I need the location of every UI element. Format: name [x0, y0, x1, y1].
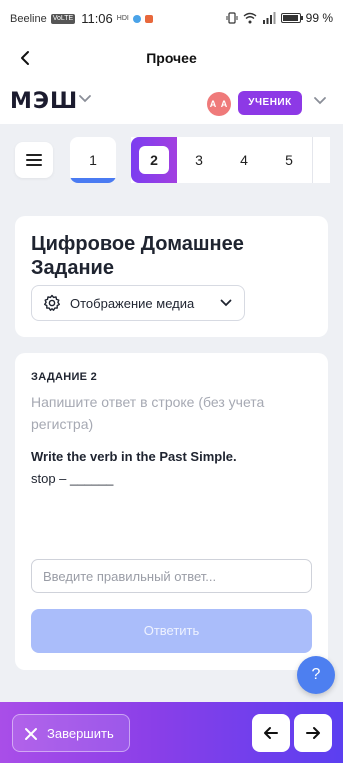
signal-icon [262, 12, 276, 24]
homework-card: Цифровое Домашнее Задание Отображение ме… [15, 216, 328, 337]
gear-icon [44, 294, 60, 311]
notification-dot-icon [132, 14, 141, 23]
status-bar: Beeline VoLTE 11:06 HDI 99 % [0, 0, 343, 36]
profile-chevron-down-icon[interactable] [313, 96, 327, 106]
title-bar: Прочее [0, 36, 343, 80]
task-tab-group: 2 3 4 5 [131, 137, 330, 183]
task-label: ЗАДАНИЕ 2 [31, 371, 98, 383]
task-tab-1[interactable]: 1 [70, 137, 116, 183]
task-question: Write the verb in the Past Simple. [31, 449, 237, 464]
task-tab-3[interactable]: 3 [179, 137, 219, 183]
role-badge[interactable]: УЧЕНИК [238, 91, 302, 115]
finish-label: Завершить [47, 726, 114, 741]
hamburger-icon [26, 154, 42, 156]
task-tab-label: 1 [89, 152, 97, 168]
vibrate-icon [226, 12, 238, 24]
avatar[interactable]: А А [207, 92, 231, 116]
wifi-icon [243, 12, 257, 24]
task-tab-5[interactable]: 5 [269, 137, 309, 183]
task-list-menu-button[interactable] [15, 142, 53, 178]
close-icon [25, 728, 37, 740]
battery-percent: 99 % [305, 11, 333, 25]
bottom-bar: Завершить [0, 702, 343, 763]
media-display-label: Отображение медиа [70, 296, 195, 311]
media-display-button[interactable]: Отображение медиа [31, 285, 245, 321]
next-task-button[interactable] [294, 714, 332, 752]
carrier-name: Beeline [10, 12, 47, 25]
homework-title: Цифровое Домашнее Задание [31, 233, 244, 279]
battery-icon [280, 13, 303, 23]
finish-button[interactable]: Завершить [12, 714, 130, 752]
answer-input[interactable] [31, 559, 312, 593]
status-left: Beeline VoLTE 11:06 HDI [10, 11, 153, 26]
task-tab-4[interactable]: 4 [224, 137, 264, 183]
task-instruction: Напишите ответ в строке (без учета регис… [31, 394, 265, 432]
status-hdi-label: HDI [116, 15, 129, 22]
task-card: ЗАДАНИЕ 2 Напишите ответ в строке (без у… [15, 353, 328, 670]
previous-task-button[interactable] [252, 714, 290, 752]
submit-answer-button[interactable]: Ответить [31, 609, 312, 653]
hamburger-icon-line [26, 164, 42, 166]
mesh-logo[interactable]: МЭШ [10, 89, 78, 114]
arrow-left-icon [264, 727, 278, 739]
chevron-down-icon [220, 299, 232, 307]
hamburger-icon-line [26, 159, 42, 161]
completed-indicator [70, 178, 116, 183]
arrow-right-icon [306, 727, 320, 739]
task-answer-line: stop – ______ [31, 471, 114, 486]
clock: 11:06 [81, 11, 113, 26]
logo-chevron-down-icon[interactable] [78, 94, 92, 104]
page-title: Прочее [146, 50, 197, 66]
notification-app-icon [144, 14, 153, 23]
status-right: 99 % [226, 11, 333, 25]
task-tabs: 1 2 3 4 5 [70, 137, 330, 183]
network-badge: VoLTE [50, 13, 76, 24]
app-header: МЭШ А А УЧЕНИК [0, 80, 343, 124]
help-button[interactable]: ? [297, 656, 335, 694]
task-tab-2[interactable]: 2 [139, 146, 169, 174]
tab-divider [312, 137, 313, 183]
